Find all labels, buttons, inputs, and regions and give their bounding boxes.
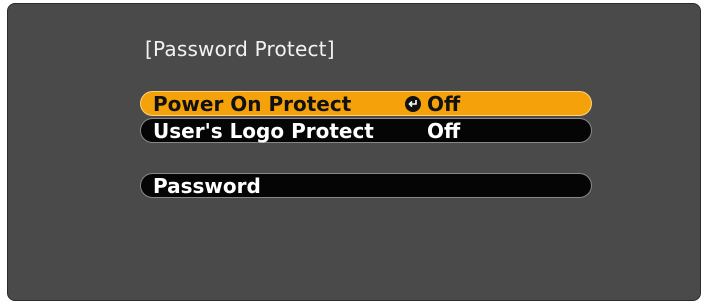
users-logo-protect-value: Off [427,119,461,143]
power-on-protect-value: Off [427,92,461,116]
power-on-protect-label: Power On Protect [153,92,352,116]
password-label: Password [153,174,261,198]
power-on-protect-item[interactable]: Power On Protect Off [140,91,592,116]
password-protect-screen: [Password Protect] Power On Protect Off … [7,3,701,301]
enter-icon [405,96,421,112]
users-logo-protect-item[interactable]: User's Logo Protect Off [140,118,592,143]
menu-title: [Password Protect] [145,37,335,61]
password-item[interactable]: Password [140,173,592,198]
users-logo-protect-label: User's Logo Protect [153,119,374,143]
